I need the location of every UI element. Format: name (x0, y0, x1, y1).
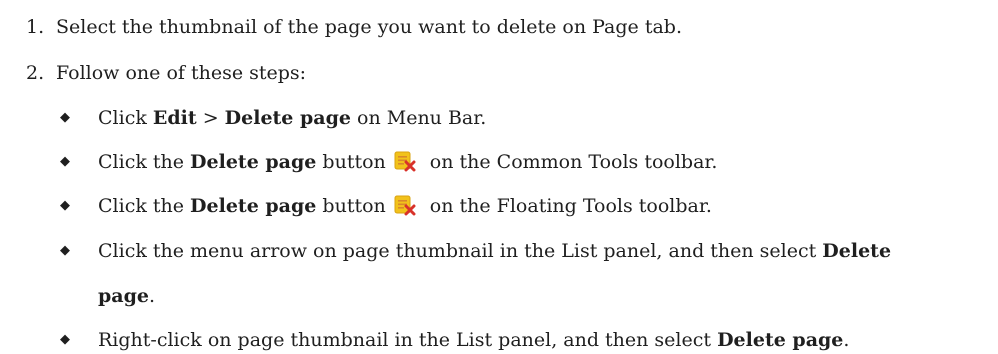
separator: > (196, 107, 225, 129)
step-number: 1. (26, 16, 45, 38)
option-text: Click the (98, 151, 191, 173)
option-text: Click the menu arrow on page thumbnail i… (98, 240, 823, 262)
bullet: ◆ (60, 243, 70, 258)
step-1: 1. Select the thumbnail of the page you w… (26, 14, 682, 40)
option-right-click: ◆ Right-click on page thumbnail in the Li… (60, 327, 849, 353)
delete-page-icon (394, 150, 416, 172)
option-text: button (316, 195, 386, 217)
option-text: button (316, 151, 386, 173)
option-text: on the Common Tools toolbar. (423, 151, 718, 173)
option-text: . (843, 329, 850, 351)
option-menu-arrow-continued: page. (98, 283, 155, 309)
option-text: on Menu Bar. (350, 107, 487, 129)
delete-page-label: Delete page (717, 329, 844, 351)
bullet: ◆ (60, 154, 70, 169)
delete-page-label: Delete page (190, 151, 317, 173)
option-menu-arrow: ◆ Click the menu arrow on page thumbnail … (60, 238, 891, 264)
option-text: Right-click on page thumbnail in the Lis… (98, 329, 718, 351)
option-common-tools: ◆ Click the Delete page button on the Com… (60, 149, 717, 175)
delete-page-label: Delete page (190, 195, 317, 217)
delete-page-label-continued: page (98, 285, 149, 307)
step-text: Follow one of these steps: (56, 62, 307, 84)
help-document: 1. Select the thumbnail of the page you w… (0, 0, 998, 354)
option-floating-tools: ◆ Click the Delete page button on the Flo… (60, 193, 712, 219)
bullet: ◆ (60, 332, 70, 347)
delete-page-label: Delete (822, 240, 892, 262)
bullet: ◆ (60, 198, 70, 213)
menu-edit-label: Edit (152, 107, 197, 129)
option-text: on the Floating Tools toolbar. (423, 195, 712, 217)
delete-page-icon (394, 194, 416, 216)
step-text: Select the thumbnail of the page you wan… (56, 16, 682, 38)
option-text: Click (98, 107, 153, 129)
bullet: ◆ (60, 110, 70, 125)
step-2: 2. Follow one of these steps: (26, 60, 306, 86)
option-text: . (148, 285, 156, 307)
option-menu-bar: ◆ Click Edit > Delete page on Menu Bar. (60, 105, 486, 131)
step-number: 2. (26, 62, 45, 84)
option-text: Click the (98, 195, 191, 217)
menu-delete-page-label: Delete page (224, 107, 351, 129)
